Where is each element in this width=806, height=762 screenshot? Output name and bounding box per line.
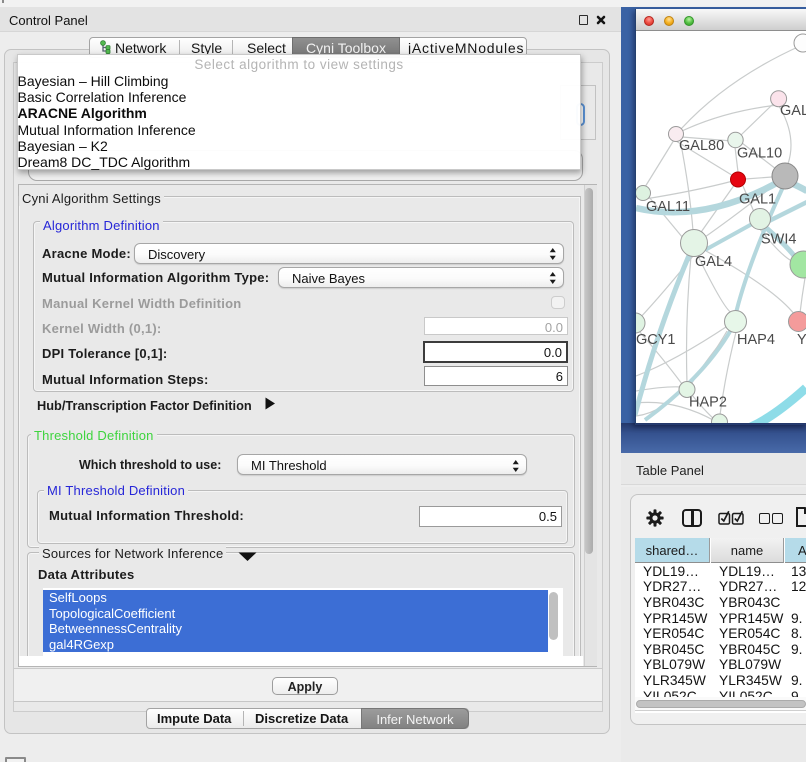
svg-text:YEL0: YEL0 xyxy=(797,332,806,348)
svg-text:GAL2: GAL2 xyxy=(780,103,806,119)
svg-text:GAL1: GAL1 xyxy=(739,192,776,208)
svg-text:GCY1: GCY1 xyxy=(636,332,676,348)
svg-text:HAP4: HAP4 xyxy=(737,332,775,348)
svg-text:GAL4: GAL4 xyxy=(695,254,732,270)
svg-text:GAL10: GAL10 xyxy=(737,146,782,162)
svg-text:SWI4: SWI4 xyxy=(761,232,796,248)
svg-text:GAL80: GAL80 xyxy=(679,138,724,154)
svg-text:HAP2: HAP2 xyxy=(689,395,727,411)
svg-text:GAL11: GAL11 xyxy=(646,199,690,215)
